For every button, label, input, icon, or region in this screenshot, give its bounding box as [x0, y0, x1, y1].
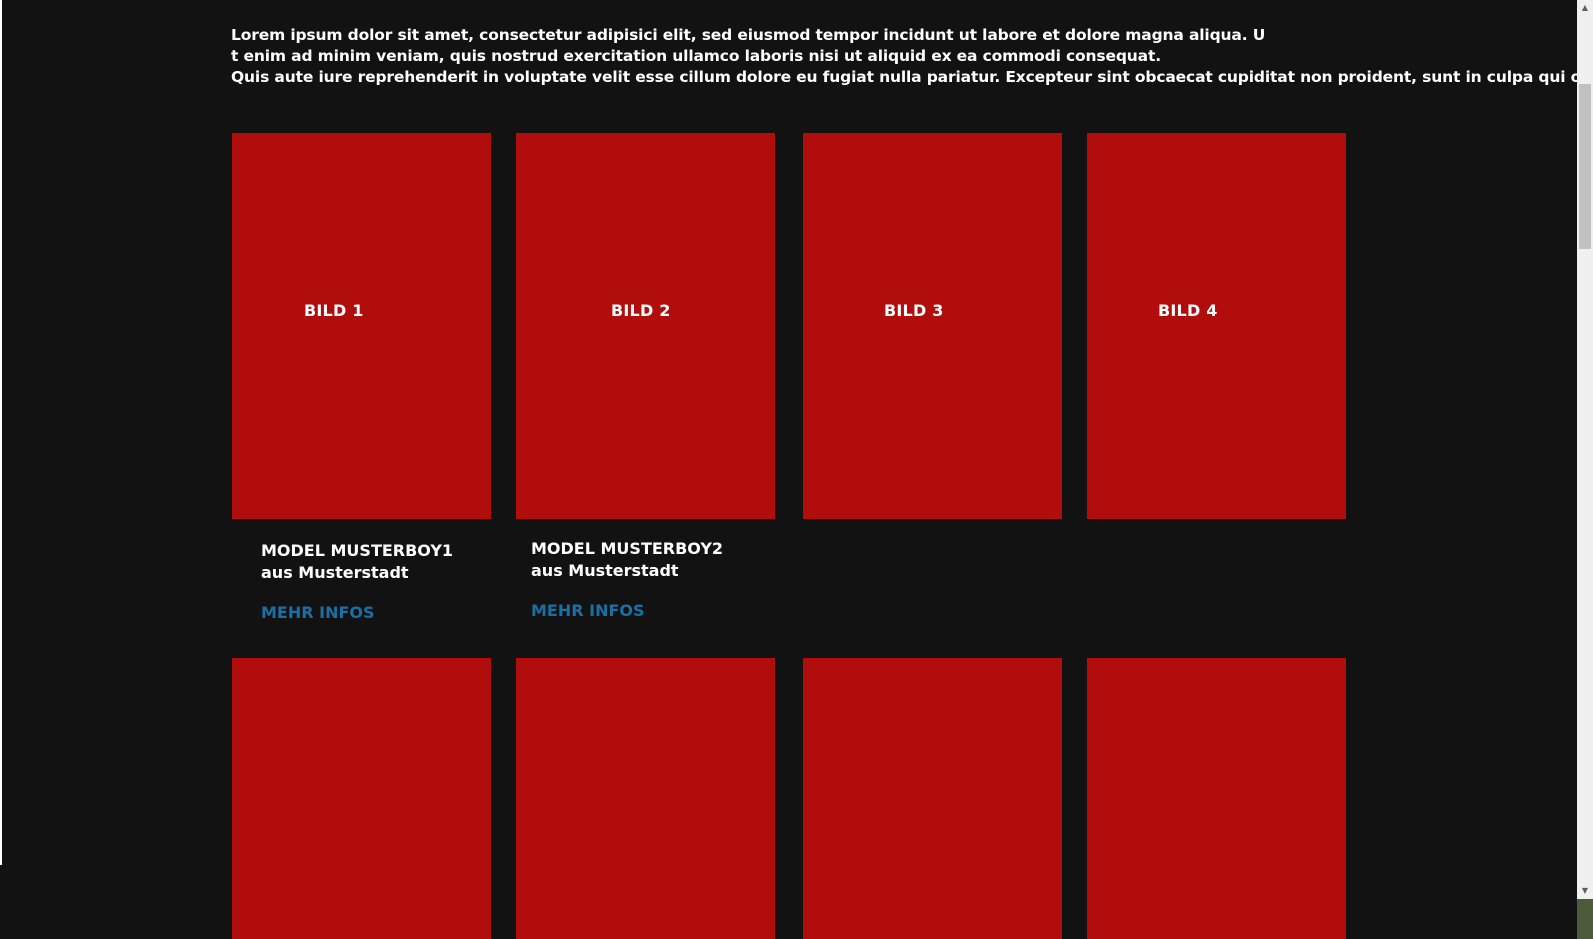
scroll-down-icon[interactable]: ▼ — [1577, 883, 1593, 899]
model-town: aus Musterstadt — [261, 563, 409, 582]
scroll-up-icon[interactable]: ▲ — [1577, 0, 1593, 16]
intro-line-2: t enim ad minim veniam, quis nostrud exe… — [231, 47, 1161, 65]
intro-line-1: Lorem ipsum dolor sit amet, consectetur … — [231, 26, 1266, 44]
more-info-link-2[interactable]: MEHR INFOS — [531, 601, 645, 620]
image-tile-2[interactable]: BILD 2 — [516, 133, 775, 519]
image-tile-4[interactable]: BILD 4 — [1087, 133, 1346, 519]
scroll-thumb[interactable] — [1579, 84, 1591, 249]
image-tile-5[interactable] — [232, 658, 491, 939]
scroll-track[interactable] — [1577, 16, 1593, 883]
model-caption-1: MODEL MUSTERBOY1 aus Musterstadt MEHR IN… — [261, 540, 454, 622]
more-info-link-1[interactable]: MEHR INFOS — [261, 603, 375, 622]
model-name: MODEL MUSTERBOY1 — [261, 541, 454, 560]
tile-label-2: BILD 2 — [611, 301, 671, 320]
tile-label-4: BILD 4 — [1158, 301, 1218, 320]
vertical-scrollbar[interactable]: ▲ ▼ — [1577, 0, 1593, 939]
tile-label-3: BILD 3 — [884, 301, 944, 320]
image-tile-1[interactable]: BILD 1 — [232, 133, 491, 519]
intro-line-3: Quis aute iure reprehenderit in voluptat… — [231, 68, 1577, 86]
page-viewport: Lorem ipsum dolor sit amet, consectetur … — [0, 0, 1577, 939]
model-name: MODEL MUSTERBOY2 — [531, 539, 724, 558]
window-corner — [1577, 899, 1593, 939]
image-tile-7[interactable] — [803, 658, 1062, 939]
model-caption-2: MODEL MUSTERBOY2 aus Musterstadt MEHR IN… — [531, 538, 724, 620]
intro-text: Lorem ipsum dolor sit amet, consectetur … — [231, 25, 1577, 88]
window-left-edge — [0, 0, 2, 865]
image-tile-3[interactable]: BILD 3 — [803, 133, 1062, 519]
tile-label-1: BILD 1 — [304, 301, 364, 320]
model-town: aus Musterstadt — [531, 561, 679, 580]
image-tile-8[interactable] — [1087, 658, 1346, 939]
image-tile-6[interactable] — [516, 658, 775, 939]
